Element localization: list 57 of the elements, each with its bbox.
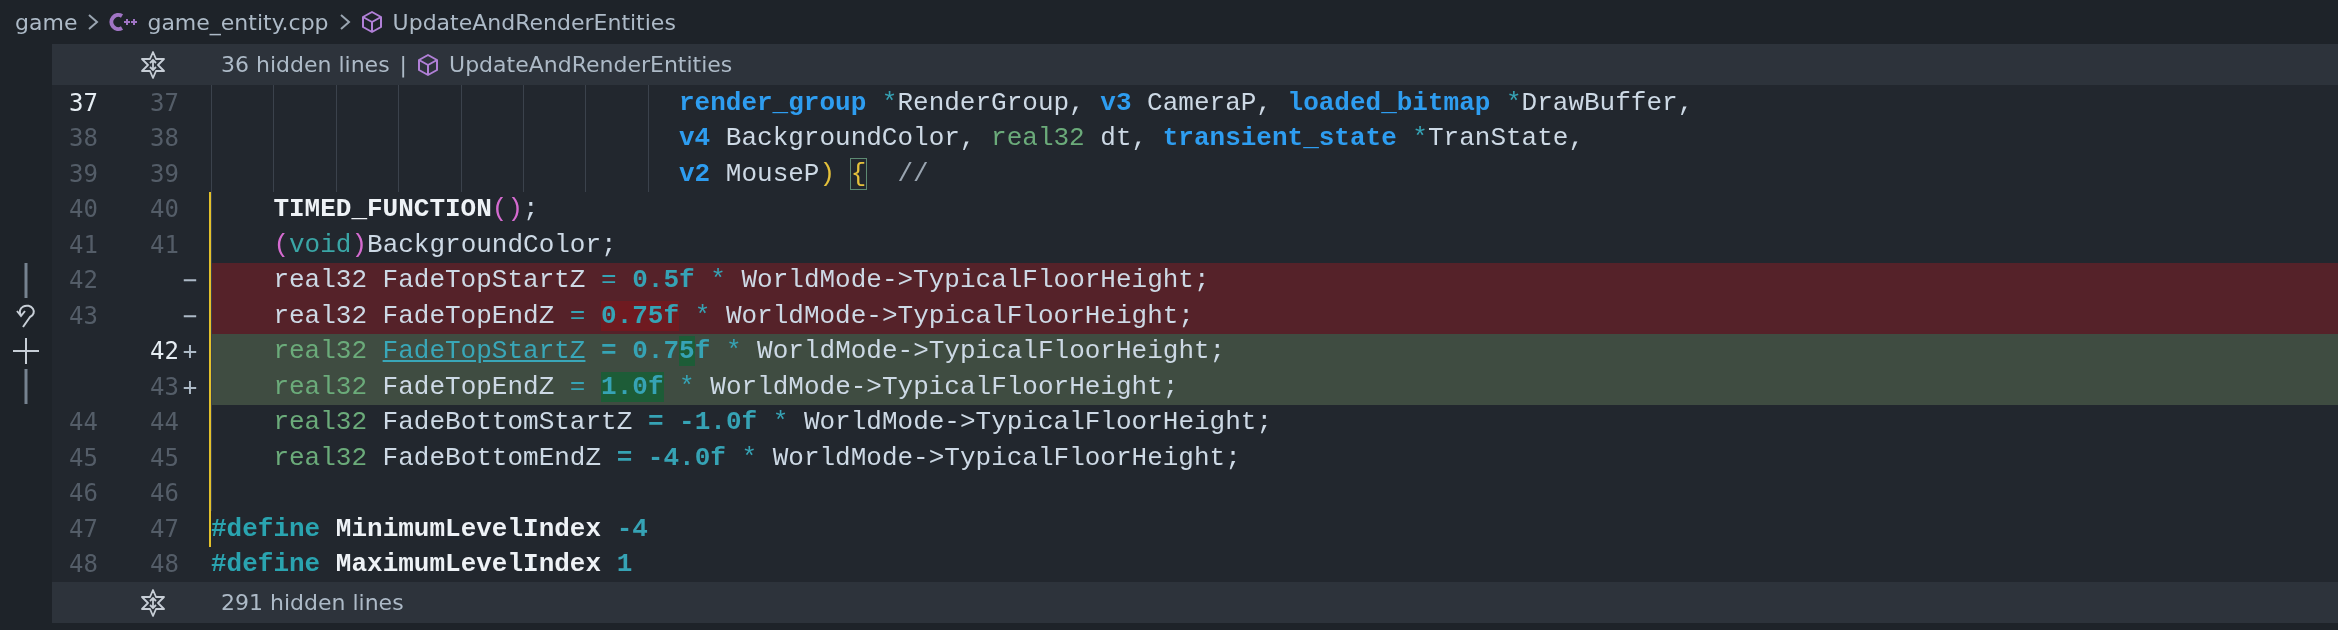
line-number: 44 xyxy=(68,408,98,437)
cpp-file-icon xyxy=(109,11,138,33)
change-bar-icon xyxy=(23,369,29,405)
separator: | xyxy=(399,52,408,77)
hidden-lines-label: 291 hidden lines xyxy=(221,590,404,615)
line-number: 38 xyxy=(149,124,179,153)
unfold-icon[interactable] xyxy=(140,50,166,79)
fold-bar[interactable]: 36 hidden lines | UpdateAndRenderEntities xyxy=(52,44,2338,85)
line-number: 44 xyxy=(149,408,179,437)
revert-icon[interactable] xyxy=(15,302,37,329)
line-number: 46 xyxy=(149,479,179,508)
code-line: v4 BackgroundColor, real32 dt, transient_state *TranState, xyxy=(211,120,2338,156)
line-number: 42 xyxy=(149,337,179,366)
code-line: #define MinimumLevelIndex -4 xyxy=(211,512,649,546)
line-number: 45 xyxy=(149,443,179,472)
line-number: 46 xyxy=(68,479,98,508)
plus-icon[interactable] xyxy=(13,338,39,365)
breadcrumb-item[interactable]: game_entity.cpp xyxy=(147,9,329,35)
diff-marker: − xyxy=(181,266,199,295)
line-number: 37 xyxy=(149,88,179,117)
hidden-lines-label: 36 hidden lines xyxy=(221,52,390,77)
line-number: 47 xyxy=(149,514,179,543)
chevron-right-icon xyxy=(87,12,100,32)
code-line: TIMED_FUNCTION(); xyxy=(211,191,2338,227)
line-number: 41 xyxy=(149,230,179,259)
code-line: render_group *RenderGroup, v3 CameraP, loaded_bitmap *DrawBuffer, xyxy=(211,85,2338,121)
change-bar-icon xyxy=(23,262,29,298)
code-line: v2 MouseP) { // xyxy=(211,156,2338,192)
fold-bar[interactable]: 291 hidden lines xyxy=(52,582,2338,623)
line-number: 45 xyxy=(68,443,98,472)
code-line: (void)BackgroundColor; xyxy=(211,227,2338,263)
chevron-right-icon xyxy=(338,12,351,32)
line-number: 40 xyxy=(149,195,179,224)
breadcrumb-item[interactable]: game xyxy=(15,9,78,35)
symbol-label[interactable]: UpdateAndRenderEntities xyxy=(449,52,733,77)
line-number: 43 xyxy=(68,301,98,330)
line-number: 43 xyxy=(149,372,179,401)
cube-icon xyxy=(417,52,440,77)
line-number: 39 xyxy=(68,159,98,188)
line-number: 41 xyxy=(68,230,98,259)
code-line: real32 FadeBottomStartZ = -1.0f * WorldMode->TypicalFloorHeight; xyxy=(211,404,2338,440)
breadcrumb-item[interactable]: UpdateAndRenderEntities xyxy=(392,9,676,35)
line-number: 48 xyxy=(68,550,98,579)
cube-icon xyxy=(360,10,383,34)
unfold-icon[interactable] xyxy=(140,588,166,617)
diff-marker: + xyxy=(181,337,199,366)
line-number: 39 xyxy=(149,159,179,188)
code-line: real32 FadeBottomEndZ = -4.0f * WorldMode->TypicalFloorHeight; xyxy=(211,440,2338,476)
code-line: #define MaximumLevelIndex 1 xyxy=(211,548,634,582)
line-number: 48 xyxy=(149,550,179,579)
line-number: 47 xyxy=(68,514,98,543)
line-number: 40 xyxy=(68,195,98,224)
diff-marker: − xyxy=(181,301,199,330)
diff-marker: + xyxy=(181,372,199,401)
line-number: 37 xyxy=(68,88,98,117)
line-number: 42 xyxy=(68,266,98,295)
line-number: 38 xyxy=(68,124,98,153)
